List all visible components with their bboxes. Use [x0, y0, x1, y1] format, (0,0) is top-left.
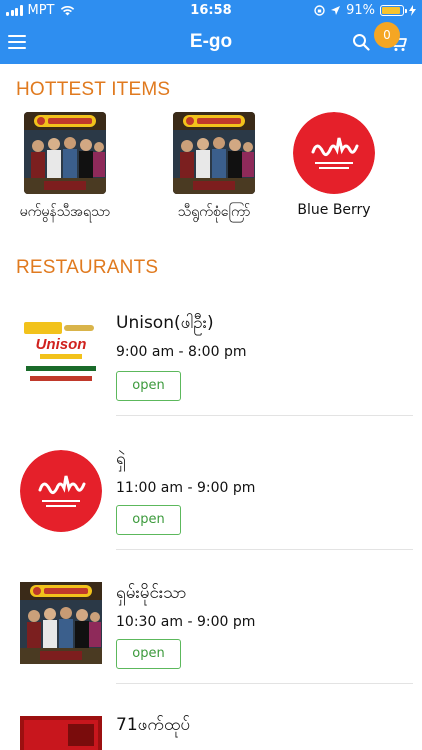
restaurant-row[interactable]: ရှမ်းမိုင်းသာ 10:30 am - 9:00 pm open	[0, 570, 422, 704]
red-logo-image	[293, 112, 375, 194]
status-bar: MPT 16:58 91%	[0, 0, 422, 22]
svg-text:Unison: Unison	[36, 336, 87, 353]
hottest-item-thumbnail	[293, 112, 375, 194]
restaurant-thumbnail	[20, 582, 102, 664]
restaurants-title: RESTAURANTS	[16, 257, 159, 278]
restaurant-hours: 10:30 am - 9:00 pm	[116, 614, 256, 630]
restaurant-name: Unison(ဖါဦး)	[116, 313, 214, 333]
restaurant-thumbnail	[20, 450, 102, 532]
battery-icon	[380, 5, 407, 16]
hottest-item[interactable]: Blue Berry	[269, 112, 399, 218]
restaurant-thumbnail	[20, 716, 102, 750]
open-status-button[interactable]: open	[116, 371, 181, 401]
hottest-item-label: Blue Berry	[297, 202, 371, 218]
unison-logo-image: Unison	[20, 316, 102, 398]
battery-percent: 91%	[346, 3, 375, 18]
hottest-item-thumbnail	[173, 112, 255, 194]
row-divider	[116, 415, 413, 416]
poster-thumb-image	[24, 112, 106, 194]
hottest-item[interactable]: သီရွက်စုံကြော်	[149, 112, 279, 223]
restaurant-name: 71ဖက်ထုပ်	[116, 715, 191, 735]
restaurant-hours: 9:00 am - 8:00 pm	[116, 344, 247, 360]
row-divider	[116, 683, 413, 684]
open-status-button[interactable]: open	[116, 639, 181, 669]
hottest-item[interactable]: မက်မွန်သီအရသာ	[0, 112, 130, 223]
cart-count-badge[interactable]: 0	[374, 22, 400, 48]
restaurant-row[interactable]: ရှဲ 11:00 am - 9:00 pm open	[0, 436, 422, 570]
restaurant-row[interactable]: Unison Unison(ဖါဦး) 9:00 am - 8:00 pm op…	[0, 302, 422, 436]
restaurant-thumbnail: Unison	[20, 316, 102, 398]
open-status-button[interactable]: open	[116, 505, 181, 535]
row-divider	[116, 549, 413, 550]
app-header: E-go 0	[0, 22, 422, 64]
restaurant-name: ရှဲ	[116, 449, 126, 469]
charging-icon	[409, 5, 416, 16]
poster-thumb-image	[173, 112, 255, 194]
restaurant-name: ရှမ်းမိုင်းသာ	[116, 583, 187, 603]
search-icon[interactable]	[352, 33, 370, 51]
red-logo-image	[20, 450, 102, 532]
hottest-items-title: HOTTEST ITEMS	[16, 79, 171, 100]
hottest-item-label: မက်မွန်သီအရသာ	[19, 204, 111, 220]
poster-thumb-image	[20, 582, 102, 664]
battery-fill	[382, 7, 401, 14]
hottest-item-label: သီရွက်စုံကြော်	[177, 204, 251, 220]
restaurant-hours: 11:00 am - 9:00 pm	[116, 480, 256, 496]
rotation-lock-icon	[314, 5, 325, 16]
status-right: 91%	[314, 3, 416, 18]
restaurant-row[interactable]: 71ဖက်ထုပ်	[0, 704, 422, 750]
restaurant-71-image	[20, 716, 102, 750]
location-icon	[331, 6, 341, 15]
hottest-item-thumbnail	[24, 112, 106, 194]
